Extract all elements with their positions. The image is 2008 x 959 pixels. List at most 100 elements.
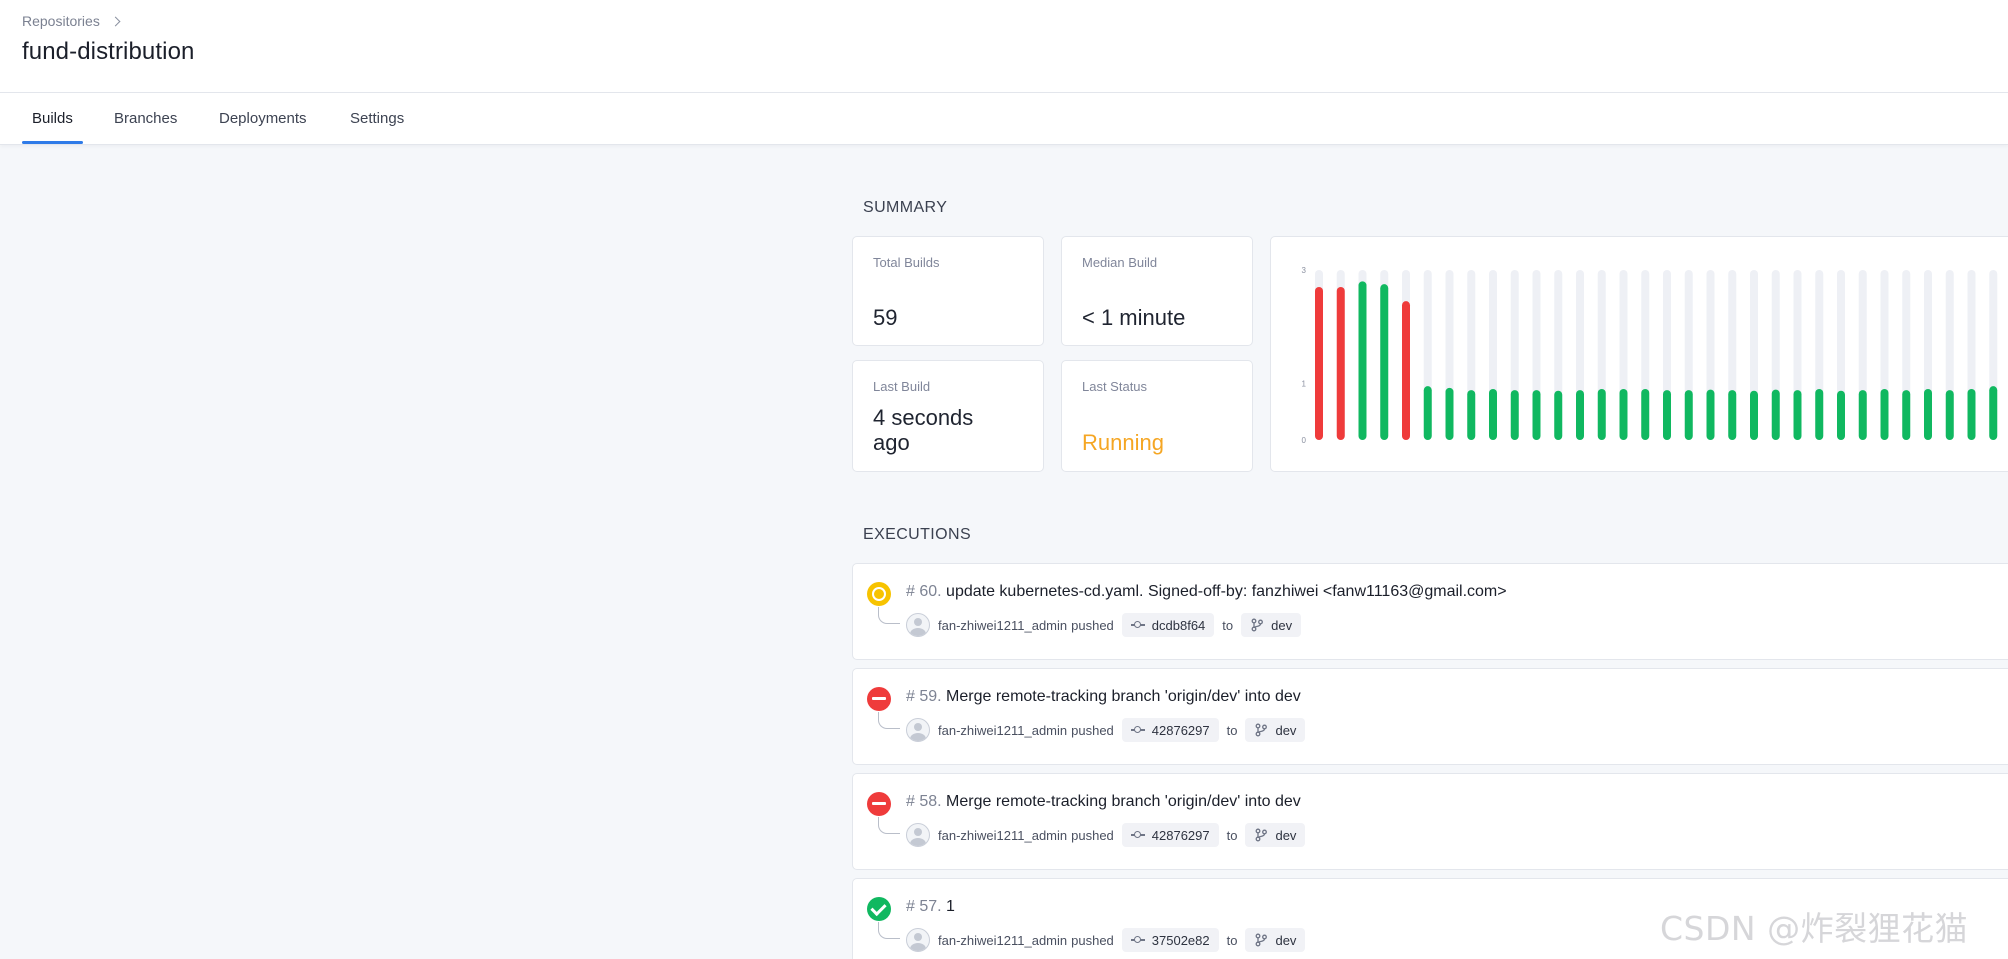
build-bar[interactable]: [1771, 389, 1780, 440]
execution-title: # 59. Merge remote-tracking branch 'orig…: [906, 688, 1301, 706]
build-bar[interactable]: [1554, 390, 1563, 440]
execution-meta: fan-zhiwei1211_admin pushed 42876297 to …: [906, 718, 1306, 742]
last-status-value: Running: [1082, 430, 1164, 455]
success-status-icon: [867, 897, 891, 921]
build-bar[interactable]: [1902, 390, 1911, 440]
execution-message: Merge remote-tracking branch 'origin/dev…: [946, 793, 1301, 810]
execution-title: # 57. 1: [906, 898, 955, 916]
execution-meta: fan-zhiwei1211_admin pushed dcdb8f64 to …: [906, 613, 1302, 637]
avatar: [906, 928, 930, 952]
commit-sha: 37502e82: [1151, 932, 1210, 948]
executions-heading: EXECUTIONS: [863, 526, 972, 543]
connector-line: [878, 817, 900, 834]
last-build-label: Last Build: [873, 379, 931, 394]
last-build-card: Last Build 4 seconds ago: [852, 360, 1044, 472]
branch-chip[interactable]: dev: [1245, 928, 1306, 952]
tab-branches[interactable]: Branches: [114, 93, 177, 145]
execution-title: # 58. Merge remote-tracking branch 'orig…: [906, 793, 1301, 811]
execution-number: # 57.: [906, 898, 942, 915]
commit-chip[interactable]: dcdb8f64: [1121, 613, 1215, 637]
build-bar[interactable]: [1880, 389, 1889, 440]
build-bar[interactable]: [1336, 287, 1345, 440]
execution-number: # 59.: [906, 688, 942, 705]
build-history-chart-card: 3 1 0: [1270, 236, 2008, 472]
build-history-chart: 3 1 0: [1302, 266, 1998, 445]
avatar: [906, 718, 930, 742]
execution-row[interactable]: # 59. Merge remote-tracking branch 'orig…: [852, 668, 2008, 765]
tab-deployments[interactable]: Deployments: [219, 93, 307, 145]
tab-settings[interactable]: Settings: [350, 93, 404, 145]
build-bar[interactable]: [1728, 390, 1737, 440]
build-bar[interactable]: [1402, 301, 1410, 440]
branch-chip[interactable]: dev: [1241, 613, 1302, 637]
build-bar[interactable]: [1924, 389, 1932, 440]
failed-status-icon: [867, 687, 891, 711]
build-bar[interactable]: [1380, 284, 1389, 440]
execution-author: fan-zhiwei1211_admin: [938, 932, 1068, 948]
last-status-label: Last Status: [1082, 379, 1148, 394]
chevron-right-icon: [110, 16, 121, 27]
execution-message: update kubernetes-cd.yaml. Signed-off-by…: [946, 583, 1507, 600]
build-bar[interactable]: [1445, 387, 1454, 440]
execution-message: 1: [946, 898, 955, 915]
build-bar[interactable]: [1358, 281, 1367, 440]
repo-header: Repositories fund-distribution: [0, 0, 2008, 93]
build-bar[interactable]: [1423, 386, 1432, 440]
branch-chip[interactable]: dev: [1245, 823, 1306, 847]
build-bar[interactable]: [1315, 287, 1323, 440]
commit-chip[interactable]: 42876297: [1121, 718, 1219, 742]
breadcrumb-repositories-link[interactable]: Repositories: [22, 13, 100, 29]
build-bar[interactable]: [1858, 390, 1867, 440]
build-bar[interactable]: [1663, 390, 1671, 440]
watermark: CSDN @炸裂狸花猫: [1660, 909, 1969, 948]
avatar: [906, 823, 930, 847]
y-tick-label: 3: [1302, 266, 1307, 275]
median-build-label: Median Build: [1082, 255, 1158, 270]
build-bar[interactable]: [1989, 386, 1998, 440]
execution-row[interactable]: # 58. Merge remote-tracking branch 'orig…: [852, 773, 2008, 870]
summary-heading: SUMMARY: [863, 199, 948, 216]
last-build-value-line1: 4 seconds: [873, 405, 974, 430]
build-bar[interactable]: [1576, 390, 1584, 440]
commit-sha: dcdb8f64: [1151, 617, 1206, 633]
connector-line: [878, 712, 900, 729]
build-bar[interactable]: [1597, 389, 1606, 440]
avatar: [906, 613, 930, 637]
median-build-card: Median Build < 1 minute: [1061, 236, 1253, 346]
execution-row[interactable]: # 60. update kubernetes-cd.yaml. Signed-…: [852, 563, 2008, 660]
commit-chip[interactable]: 37502e82: [1121, 928, 1219, 952]
build-bar[interactable]: [1967, 389, 1976, 440]
commit-icon: [1130, 725, 1145, 735]
build-bar[interactable]: [1945, 390, 1954, 440]
build-bar[interactable]: [1815, 389, 1824, 440]
build-bar[interactable]: [1706, 389, 1715, 440]
total-builds-value: 59: [873, 305, 898, 330]
build-bar[interactable]: [1750, 390, 1758, 440]
last-build-value-line2: ago: [873, 430, 910, 455]
execution-action: pushed: [1071, 932, 1114, 948]
build-bar[interactable]: [1532, 390, 1541, 440]
commit-icon: [1130, 620, 1145, 630]
execution-action: pushed: [1071, 722, 1114, 738]
tab-builds[interactable]: Builds: [22, 93, 83, 145]
build-bar[interactable]: [1684, 390, 1693, 440]
commit-sha: 42876297: [1151, 722, 1210, 738]
execution-number: # 58.: [906, 793, 942, 810]
build-bar[interactable]: [1619, 389, 1628, 440]
build-bar[interactable]: [1510, 390, 1519, 440]
branch-chip[interactable]: dev: [1245, 718, 1306, 742]
execution-meta: fan-zhiwei1211_admin pushed 42876297 to …: [906, 823, 1306, 847]
build-bar[interactable]: [1467, 390, 1476, 440]
build-bar[interactable]: [1489, 389, 1497, 440]
commit-sha: 42876297: [1151, 827, 1210, 843]
to-label: to: [1226, 827, 1238, 843]
median-build-value: < 1 minute: [1082, 305, 1186, 330]
total-builds-label: Total Builds: [873, 255, 940, 270]
branch-icon: [1256, 933, 1268, 947]
build-bar[interactable]: [1641, 389, 1650, 440]
branch-icon: [1251, 618, 1264, 632]
build-bar[interactable]: [1837, 390, 1845, 440]
build-bar[interactable]: [1793, 390, 1802, 440]
commit-chip[interactable]: 42876297: [1121, 823, 1219, 847]
execution-author: fan-zhiwei1211_admin: [938, 617, 1068, 633]
